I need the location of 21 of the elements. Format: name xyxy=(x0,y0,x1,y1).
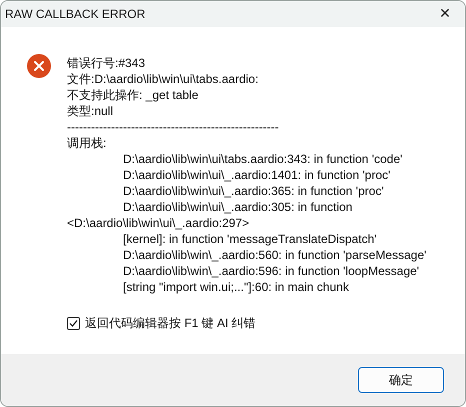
checkbox[interactable] xyxy=(67,317,80,330)
message-line: 文件:D:\aardio\lib\win\ui\tabs.aardio: xyxy=(67,71,260,87)
stack-trace-line: D:\aardio\lib\win\_.aardio:596: in function 'loopMessage' xyxy=(122,263,420,279)
message-line: <D:\aardio\lib\win\ui\_.aardio:297> xyxy=(67,215,250,231)
message-line: 不支持此操作: _get table xyxy=(67,87,200,103)
message-line: ----------------------------------------------------- xyxy=(67,119,280,135)
window-title: RAW CALLBACK ERROR xyxy=(4,7,146,21)
stack-trace-line: D:\aardio\lib\win\ui\_.aardio:365: in function 'proc' xyxy=(122,183,385,199)
stack-trace-line: D:\aardio\lib\win\ui\_.aardio:305: in function xyxy=(122,199,354,215)
message-line: 错误行号:#343 xyxy=(67,55,146,71)
stack-trace-line: D:\aardio\lib\win\ui\_.aardio:1401: in function 'proc' xyxy=(122,167,392,183)
ok-button[interactable]: 确定 xyxy=(358,367,444,393)
message-line: 调用栈: xyxy=(67,135,108,151)
error-icon xyxy=(27,54,51,78)
message-line: 类型:null xyxy=(67,103,114,119)
stack-trace-line: [string "import win.ui;..."]:60: in main chunk xyxy=(122,279,350,295)
checkbox-label[interactable]: 返回代码编辑器按 F1 键 AI 纠错 xyxy=(85,315,256,332)
stack-trace-line: D:\aardio\lib\win\_.aardio:560: in function 'parseMessage' xyxy=(122,247,426,263)
stack-trace-line: [kernel]: in function 'messageTranslateDispatch' xyxy=(122,231,378,247)
close-button[interactable]: ✕ xyxy=(425,1,465,27)
stack-trace-line: D:\aardio\lib\win\ui\tabs.aardio:343: in function 'code' xyxy=(122,151,404,167)
